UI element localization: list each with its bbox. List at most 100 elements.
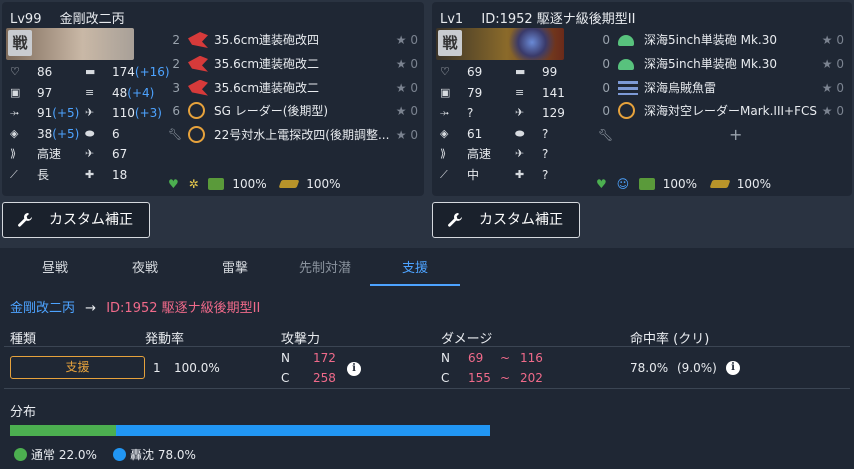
equipment-slot[interactable]: 🔧︎ 22号対水上電探改四(後期調整... ★ 0 xyxy=(168,124,422,146)
stat-value: 91(+5) xyxy=(37,106,80,120)
route-defender[interactable]: ID:1952 駆逐ナ級後期型II xyxy=(106,301,260,316)
tab-support[interactable]: 支援 xyxy=(370,256,460,286)
custom-modifier-label: カスタム補正 xyxy=(479,212,563,228)
equipment-name: 35.6cm連装砲改四 xyxy=(214,33,320,47)
equipment-slot[interactable]: 0 深海対空レーダーMark.III+FCS ★ 0 xyxy=(598,100,848,122)
armor-icon: ▣ xyxy=(10,85,21,99)
hp-icon: ♡ xyxy=(440,65,450,78)
legend-sink-dot xyxy=(113,448,126,461)
damage-crit-max: 202 xyxy=(520,371,543,385)
support-type-button[interactable]: 支援 xyxy=(10,356,145,379)
equipment-slot[interactable]: 6 SG レーダー(後期型) ★ 0 xyxy=(168,100,422,122)
legend-normal-label: 通常 22.0% xyxy=(31,448,97,462)
equipment-name: 深海烏賊魚雷 xyxy=(644,80,717,95)
stat-value: 48(+4) xyxy=(112,85,155,100)
improvement-level: ★ 0 xyxy=(821,56,844,71)
wrench-icon xyxy=(18,213,32,227)
ammo-icon xyxy=(709,180,731,188)
stat-value: 中 xyxy=(467,167,480,182)
route-attacker[interactable]: 金剛改二丙 xyxy=(10,301,75,316)
equipment-slot[interactable]: 3 35.6cm連装砲改二 ★ 0 xyxy=(168,77,422,99)
improvement-level: ★ 0 xyxy=(821,33,844,47)
aircraft-icon: ✈ xyxy=(515,147,525,160)
tab-opening-asw[interactable]: 先制対潜 xyxy=(280,256,370,286)
fuel-icon xyxy=(208,178,225,190)
slot-count: 0 xyxy=(602,80,610,95)
power-normal-value: 172 xyxy=(313,351,336,365)
damage-crit-min: 155 xyxy=(468,371,491,385)
add-equipment-button[interactable]: + xyxy=(729,124,742,146)
firepower-icon: ▬ xyxy=(515,65,526,78)
main-gun-red-icon xyxy=(188,79,208,96)
equipment-slot[interactable]: 0 深海5inch単装砲 Mk.30 ★ 0 xyxy=(598,29,848,51)
tab-night-battle[interactable]: 夜戦 xyxy=(100,256,190,286)
wrench-icon: 🔧︎ xyxy=(168,128,182,142)
divider xyxy=(4,388,850,389)
damage-normal-max: 116 xyxy=(520,351,543,365)
stat-value: 129 xyxy=(542,106,565,120)
ship-card-defender[interactable]: Lv1 ID:1952 駆逐ナ級後期型II 戦 ♡ 69 ▬ 99 ▣ 79 ≡ 141 ⤞? ✈… xyxy=(432,2,852,196)
equipment-slot[interactable]: 0 深海5inch単装砲 Mk.30 ★ 0 xyxy=(598,53,848,75)
radar-icon xyxy=(618,102,635,120)
equipment-slot[interactable]: 2 35.6cm連装砲改二 ★ 0 xyxy=(168,53,422,75)
custom-modifier-button-defender[interactable]: カスタム補正 xyxy=(432,202,580,238)
stat-value: 141 xyxy=(542,85,565,100)
main-gun-red-icon xyxy=(188,55,208,72)
stat-value: 174(+16) xyxy=(112,65,170,79)
power-normal-label: N xyxy=(281,351,290,365)
header-power: 攻撃力 xyxy=(281,332,321,347)
ship-name: 金剛改二丙 xyxy=(59,12,125,27)
stat-value: 38(+5) xyxy=(37,126,80,141)
slot-count: 0 xyxy=(602,56,610,71)
range-icon: ⟋ xyxy=(10,167,18,181)
supply-row: ♥ ✲ 100% 100% xyxy=(168,174,341,194)
custom-modifier-button-attacker[interactable]: カスタム補正 xyxy=(2,202,150,238)
stat-value: 69 xyxy=(467,65,483,79)
hit-info-icon[interactable]: i xyxy=(726,361,740,375)
torpedo-blue-icon xyxy=(618,80,638,95)
aircraft-icon: ✈ xyxy=(85,147,95,160)
hit-rate: 78.0% xyxy=(630,361,669,375)
ship-name: ID:1952 駆逐ナ級後期型II xyxy=(481,12,636,27)
equipment-name: 35.6cm連装砲改二 xyxy=(214,80,320,95)
secondary-gun-green-icon xyxy=(618,35,634,46)
ship-banner-image: 戦 xyxy=(436,28,564,60)
equipment-slot[interactable]: 0 深海烏賊魚雷 ★ 0 xyxy=(598,77,848,99)
custom-modifier-label: カスタム補正 xyxy=(49,212,133,228)
stat-value: 110(+3) xyxy=(112,106,162,120)
fuel-value: 100% xyxy=(662,177,698,191)
tab-day-battle[interactable]: 昼戦 xyxy=(10,256,100,286)
damage-crit-label: C xyxy=(441,371,450,385)
equipment-slot[interactable]: 2 35.6cm連装砲改四 ★ 0 xyxy=(168,29,422,51)
ship-card-attacker[interactable]: Lv99 金剛改二丙 戦 ♡ 86 ▬ 174(+16) ▣ 97 ≡ 48(+4) ⤞ 91(+… xyxy=(2,2,424,196)
stat-value: 長 xyxy=(37,167,50,182)
equipment-name: 深海5inch単装砲 Mk.30 xyxy=(644,56,777,71)
distribution-bar-normal xyxy=(10,425,116,436)
distribution-title: 分布 xyxy=(10,405,37,420)
support-count: 1 xyxy=(153,361,161,375)
firepower-icon: ▬ xyxy=(85,65,96,78)
battle-tag: 戦 xyxy=(8,30,32,56)
power-crit-label: C xyxy=(281,371,290,385)
legend-sink: 轟沈 78.0% xyxy=(113,446,196,463)
stat-bonus: (+5) xyxy=(52,106,80,120)
speed-icon: ⟫ xyxy=(440,147,447,160)
secondary-gun-green-icon xyxy=(618,58,634,70)
range-icon: ⟋ xyxy=(440,167,448,181)
distribution-bar xyxy=(10,425,490,436)
route-arrow: → xyxy=(85,301,97,316)
slot-count: 2 xyxy=(172,56,180,71)
fuel-icon xyxy=(638,178,655,190)
battle-tag: 戦 xyxy=(438,30,462,56)
ship-level: Lv99 xyxy=(10,12,42,27)
antiair-icon: ✈ xyxy=(85,106,95,119)
tab-torpedo[interactable]: 雷撃 xyxy=(190,256,280,286)
fuel-value: 100% xyxy=(232,177,267,191)
header-type: 種類 xyxy=(10,332,37,347)
asw-icon: ⬬ xyxy=(515,126,525,140)
improvement-level: ★ 0 xyxy=(821,104,844,119)
improvement-level: ★ 0 xyxy=(395,128,418,143)
power-info-icon[interactable]: i xyxy=(347,362,361,376)
add-equipment-row[interactable]: 🔧︎ + xyxy=(598,124,798,146)
stat-value: 97 xyxy=(37,85,53,100)
